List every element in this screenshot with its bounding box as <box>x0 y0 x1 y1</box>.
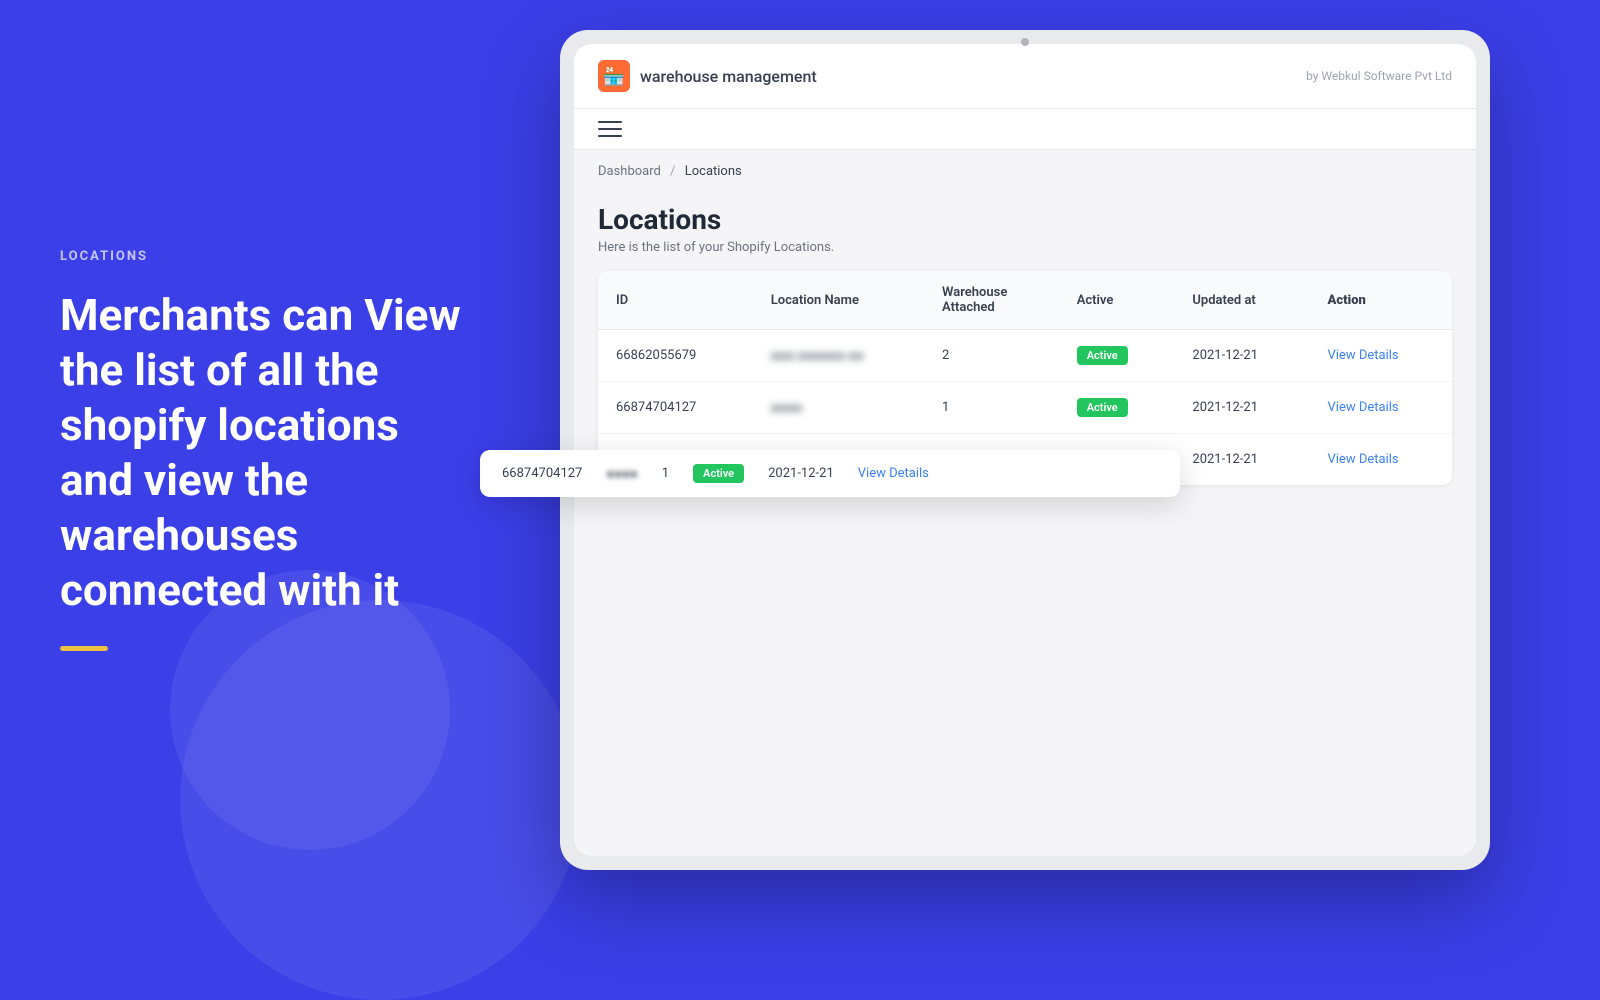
cell-active: Active <box>1059 382 1175 434</box>
laptop-mockup: 🏪 warehouse management by Webkul Softwar… <box>560 30 1490 870</box>
floating-warehouse: 1 <box>662 466 669 481</box>
page-title: Locations <box>598 203 1452 236</box>
cell-action: View Details <box>1310 382 1452 434</box>
app-header: 🏪 warehouse management by Webkul Softwar… <box>574 44 1476 109</box>
col-id: ID <box>598 271 753 330</box>
cell-action: View Details <box>1310 434 1452 486</box>
floating-id: 66874704127 <box>502 466 582 481</box>
col-location-name: Location Name <box>753 271 924 330</box>
breadcrumb-current: Locations <box>685 164 742 179</box>
floating-row-card: 66874704127 ●●●● 1 Active 2021-12-21 Vie… <box>480 450 1180 497</box>
right-panel: 🏪 warehouse management by Webkul Softwar… <box>500 0 1600 900</box>
view-details-link[interactable]: View Details <box>1328 348 1399 363</box>
cell-id: 66874704127 <box>598 382 753 434</box>
cell-updated-at: 2021-12-21 <box>1174 382 1309 434</box>
cell-action: View Details <box>1310 330 1452 382</box>
app-nav <box>574 109 1476 150</box>
cell-location-name: ●●●● <box>753 382 924 434</box>
cell-warehouse-attached: 1 <box>924 382 1059 434</box>
accent-bar <box>60 646 108 651</box>
col-action: Action <box>1310 271 1452 330</box>
left-panel: LOCATIONS Merchants can View the list of… <box>0 0 530 900</box>
table-row: 66862055679 ●●● ●●●●●● ●● 2 Active 2021-… <box>598 330 1452 382</box>
active-badge: Active <box>1077 398 1128 417</box>
table-row: 66874704127 ●●●● 1 Active 2021-12-21 Vie… <box>598 382 1452 434</box>
hamburger-menu[interactable] <box>598 121 624 137</box>
main-description: Merchants can View the list of all the s… <box>60 288 470 618</box>
by-label: by Webkul Software Pvt Ltd <box>1306 69 1452 83</box>
col-updated-at: Updated at <box>1174 271 1309 330</box>
floating-active-badge: Active <box>693 464 744 483</box>
section-label: LOCATIONS <box>60 249 470 264</box>
cell-warehouse-attached: 2 <box>924 330 1059 382</box>
floating-location: ●●●● <box>606 466 637 482</box>
active-badge: Active <box>1077 346 1128 365</box>
cell-active: Active <box>1059 330 1175 382</box>
view-details-link[interactable]: View Details <box>1328 452 1399 467</box>
breadcrumb-dashboard[interactable]: Dashboard <box>598 164 661 179</box>
hamburger-line-1 <box>598 121 622 123</box>
app-title: warehouse management <box>640 67 817 86</box>
breadcrumb: Dashboard / Locations <box>574 150 1476 187</box>
cell-location-name: ●●● ●●●●●● ●● <box>753 330 924 382</box>
floating-updated: 2021-12-21 <box>768 466 834 481</box>
view-details-link[interactable]: View Details <box>1328 400 1399 415</box>
page-subtitle: Here is the list of your Shopify Locatio… <box>598 240 1452 255</box>
app-content: Locations Here is the list of your Shopi… <box>574 187 1476 856</box>
cell-updated-at: 2021-12-21 <box>1174 330 1309 382</box>
col-active: Active <box>1059 271 1175 330</box>
table-header: ID Location Name WarehouseAttached Activ… <box>598 271 1452 330</box>
cell-updated-at: 2021-12-21 <box>1174 434 1309 486</box>
breadcrumb-separator: / <box>670 164 675 179</box>
col-warehouse-attached: WarehouseAttached <box>924 271 1059 330</box>
floating-view-details[interactable]: View Details <box>858 466 929 481</box>
logo-icon: 🏪 <box>598 60 630 92</box>
hamburger-line-3 <box>598 135 622 137</box>
hamburger-line-2 <box>598 128 622 130</box>
cell-id: 66862055679 <box>598 330 753 382</box>
app-logo: 🏪 warehouse management <box>598 60 817 92</box>
camera-dot <box>1021 38 1029 46</box>
decorative-circle-2 <box>170 570 450 850</box>
